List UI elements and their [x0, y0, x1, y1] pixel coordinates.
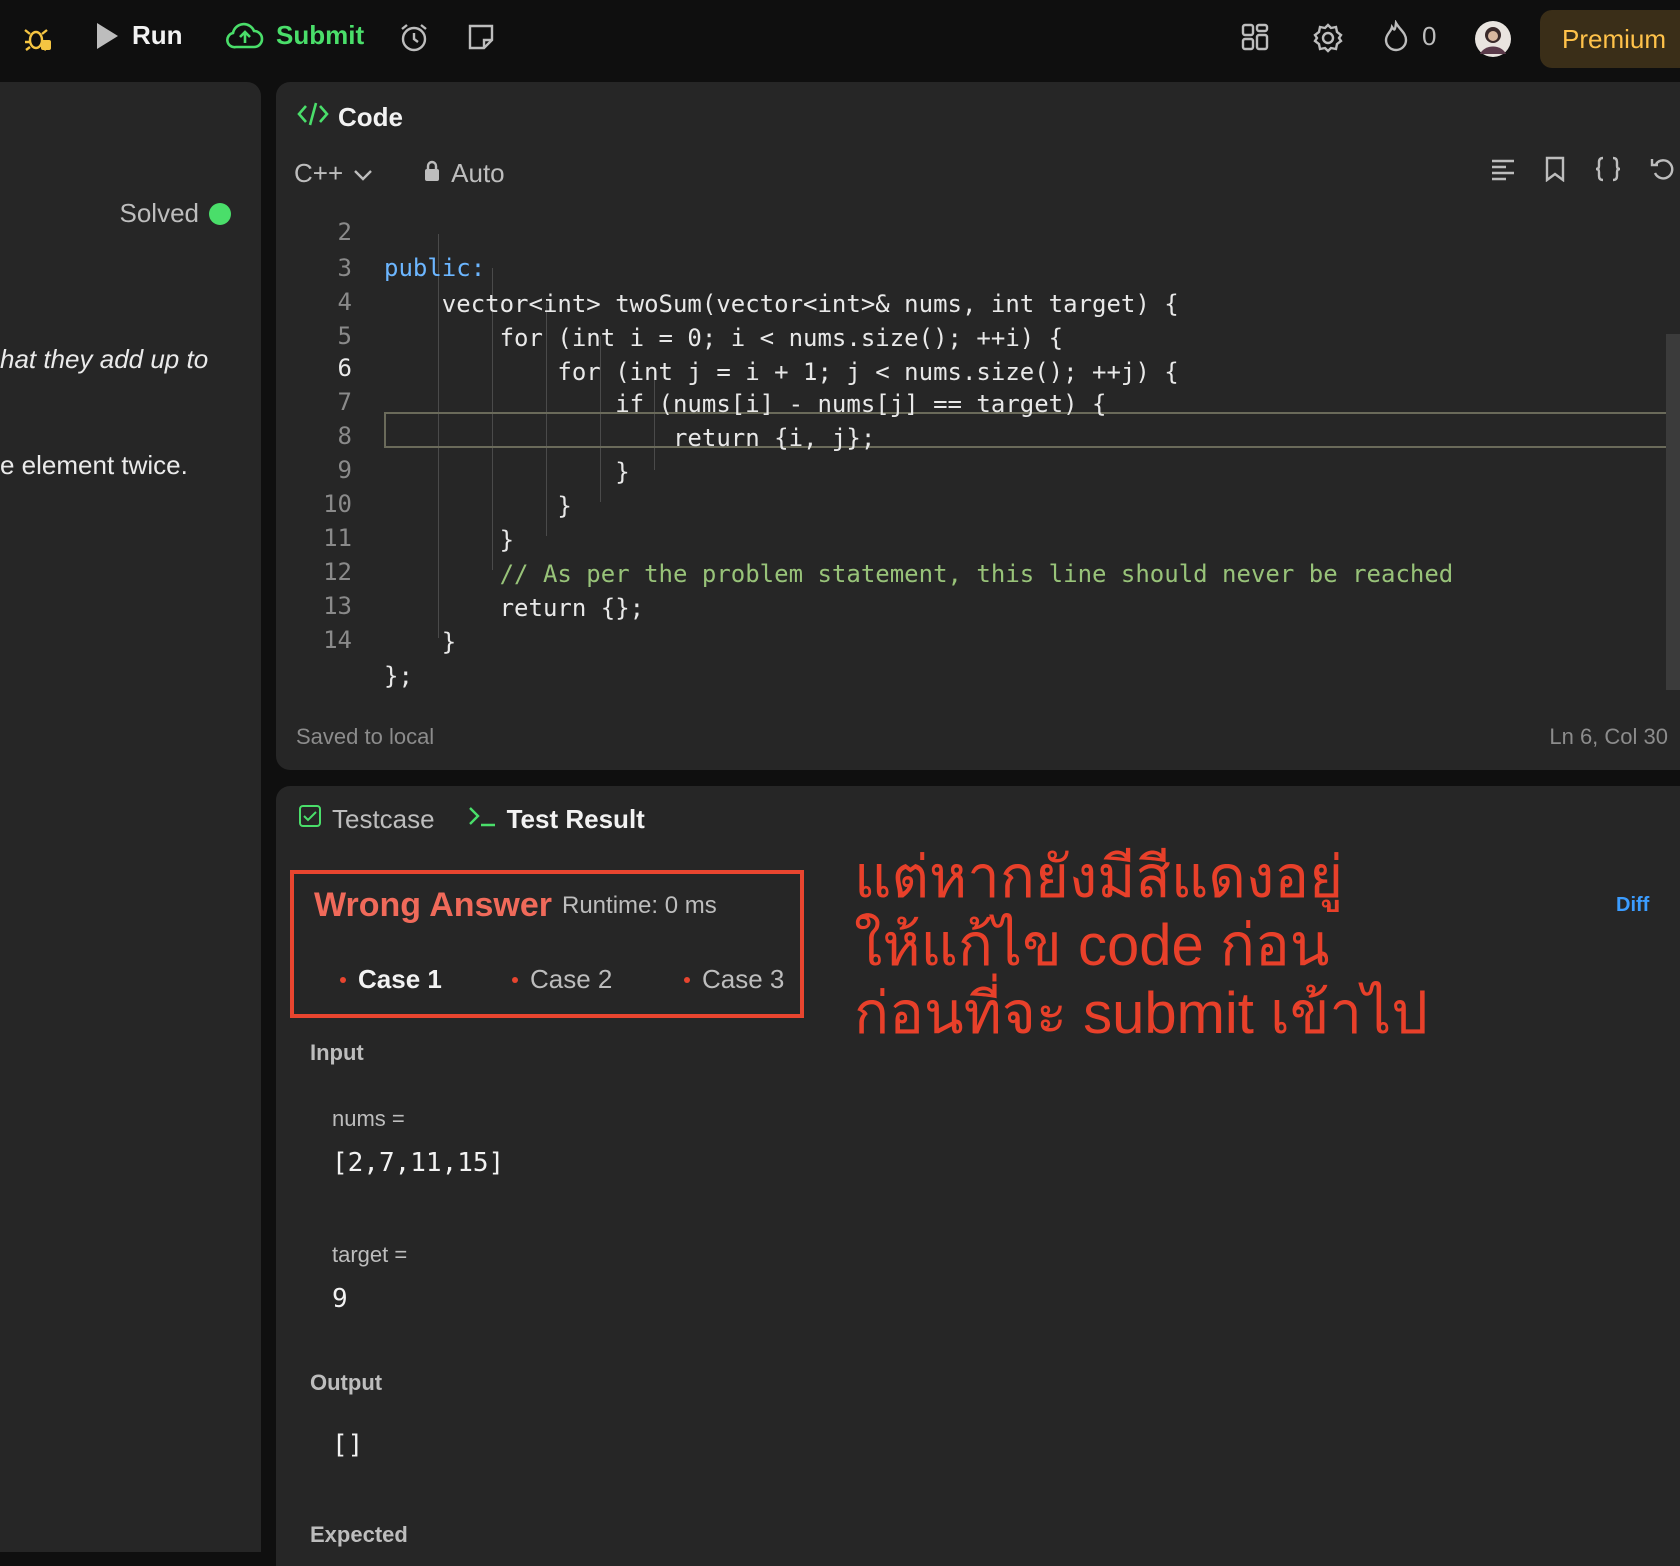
output-value: []	[332, 1430, 364, 1460]
editor-scrollbar[interactable]	[1666, 334, 1680, 690]
annotation-note: แต่หากยังมีสีแดงอยู่ ให้แก้ไข code ก่อน …	[854, 844, 1428, 1048]
run-button[interactable]: Run	[94, 20, 183, 51]
result-panel: Testcase Test Result Wrong Answer Runtim…	[276, 786, 1680, 1566]
save-status: Saved to local	[296, 724, 435, 749]
fail-dot-icon	[340, 976, 346, 983]
input-label: Input	[310, 1040, 364, 1065]
runtime-value: Runtime: 0 ms	[562, 892, 717, 919]
auto-mode-label: Auto	[451, 158, 505, 188]
fail-dot-icon	[512, 976, 518, 983]
gear-icon[interactable]	[1312, 22, 1344, 54]
code-brackets-icon	[296, 100, 330, 135]
checkbox-icon	[298, 804, 322, 835]
annotation-line: แต่หากยังมีสีแดงอยู่	[854, 845, 1344, 910]
editor-actions	[1490, 156, 1676, 187]
cloud-upload-icon	[226, 21, 264, 51]
code-line: 2 public:	[276, 194, 1676, 282]
code-line: 8 }	[276, 382, 1676, 486]
verdict-highlight-box: Wrong Answer Runtime: 0 ms Case 1 Case 2…	[290, 870, 804, 1018]
top-bar: Run Submit 0 Premium	[0, 0, 1680, 80]
code-line: 13 }	[276, 552, 1676, 656]
cursor-position: Ln 6, Col 30	[1549, 724, 1668, 749]
case-label: Case 2	[530, 964, 613, 994]
case-label: Case 3	[702, 964, 785, 994]
output-label: Output	[310, 1370, 383, 1395]
case-tab-1[interactable]: Case 1	[340, 964, 442, 995]
premium-label: Premium	[1562, 23, 1667, 54]
editor-toolbar: C++ Auto	[294, 158, 505, 189]
solved-status: Solved	[119, 198, 231, 229]
language-label: C++	[294, 158, 344, 188]
code-line-active: 6 if (nums[i] - nums[j] == target) {	[276, 314, 1676, 418]
code-line: 11 // As per the problem statement, this…	[276, 484, 1676, 588]
language-select[interactable]: C++	[294, 158, 373, 189]
lock-icon	[423, 158, 441, 189]
case-tab-2[interactable]: Case 2	[512, 964, 612, 995]
code-line: 12 return {};	[276, 518, 1676, 622]
chevron-down-icon	[353, 158, 373, 189]
code-line: 3 vector<int> twoSum(vector<int>& nums, …	[276, 214, 1676, 318]
solved-label: Solved	[119, 198, 200, 228]
code-panel-title: Code	[338, 102, 403, 132]
code-panel: Code C++ Auto 2 public: 3 vector<int> tw…	[276, 82, 1680, 770]
code-panel-header: Code	[296, 100, 403, 135]
expected-label: Expected	[310, 1522, 408, 1547]
nums-label: nums =	[332, 1106, 405, 1131]
code-editor[interactable]: 2 public: 3 vector<int> twoSum(vector<in…	[276, 194, 1680, 724]
streak-counter[interactable]: 0	[1382, 20, 1436, 52]
submit-button[interactable]: Submit	[226, 20, 364, 51]
annotation-line: ก่อนที่จะ submit เข้าไป	[854, 981, 1429, 1046]
play-icon	[94, 21, 120, 51]
note-icon[interactable]	[466, 22, 496, 52]
fail-dot-icon	[684, 976, 690, 983]
case-label: Case 1	[358, 964, 442, 994]
description-panel: Solved hat they add up to e element twic…	[0, 82, 261, 1552]
auto-mode-toggle[interactable]: Auto	[423, 158, 505, 189]
premium-button[interactable]: Premium	[1540, 10, 1680, 68]
result-tabs: Testcase Test Result	[298, 804, 645, 835]
code-line: 9 }	[276, 416, 1676, 520]
avatar[interactable]	[1474, 20, 1512, 58]
annotation-line: ให้แก้ไข code ก่อน	[854, 913, 1330, 978]
run-label: Run	[132, 20, 183, 50]
code-line: 14 };	[276, 586, 1676, 690]
code-line: 4 for (int i = 0; i < nums.size(); ++i) …	[276, 248, 1676, 352]
tab-test-result[interactable]: Test Result	[467, 804, 645, 835]
reset-icon[interactable]	[1650, 156, 1676, 187]
submit-label: Submit	[276, 20, 365, 50]
nums-value: [2,7,11,15]	[332, 1148, 505, 1178]
layout-grid-icon[interactable]	[1240, 22, 1270, 52]
alarm-clock-icon[interactable]	[398, 22, 430, 54]
solved-check-icon	[209, 202, 231, 225]
code-line: 10 }	[276, 450, 1676, 554]
diff-toggle[interactable]: Diff	[1616, 894, 1649, 917]
description-text: e element twice.	[0, 450, 188, 480]
bookmark-icon[interactable]	[1544, 156, 1566, 187]
streak-count: 0	[1422, 20, 1437, 51]
code-text: }	[384, 628, 457, 656]
code-line: 5 for (int j = i + 1; j < nums.size(); +…	[276, 282, 1676, 386]
tab-test-result-label: Test Result	[506, 804, 645, 834]
debug-icon[interactable]	[22, 22, 54, 54]
description-text: hat they add up to	[0, 344, 209, 374]
target-value: 9	[332, 1284, 348, 1314]
tab-testcase[interactable]: Testcase	[298, 804, 435, 835]
format-lines-icon[interactable]	[1490, 156, 1516, 187]
target-label: target =	[332, 1242, 408, 1267]
case-tab-3[interactable]: Case 3	[684, 964, 784, 995]
code-line: 7 return {i, j};	[276, 348, 1676, 452]
curly-braces-icon[interactable]	[1594, 156, 1622, 187]
tab-testcase-label: Testcase	[332, 804, 435, 834]
flame-icon	[1382, 20, 1410, 52]
code-text: };	[384, 662, 413, 690]
verdict-title: Wrong Answer	[314, 886, 553, 924]
terminal-icon	[467, 804, 497, 835]
